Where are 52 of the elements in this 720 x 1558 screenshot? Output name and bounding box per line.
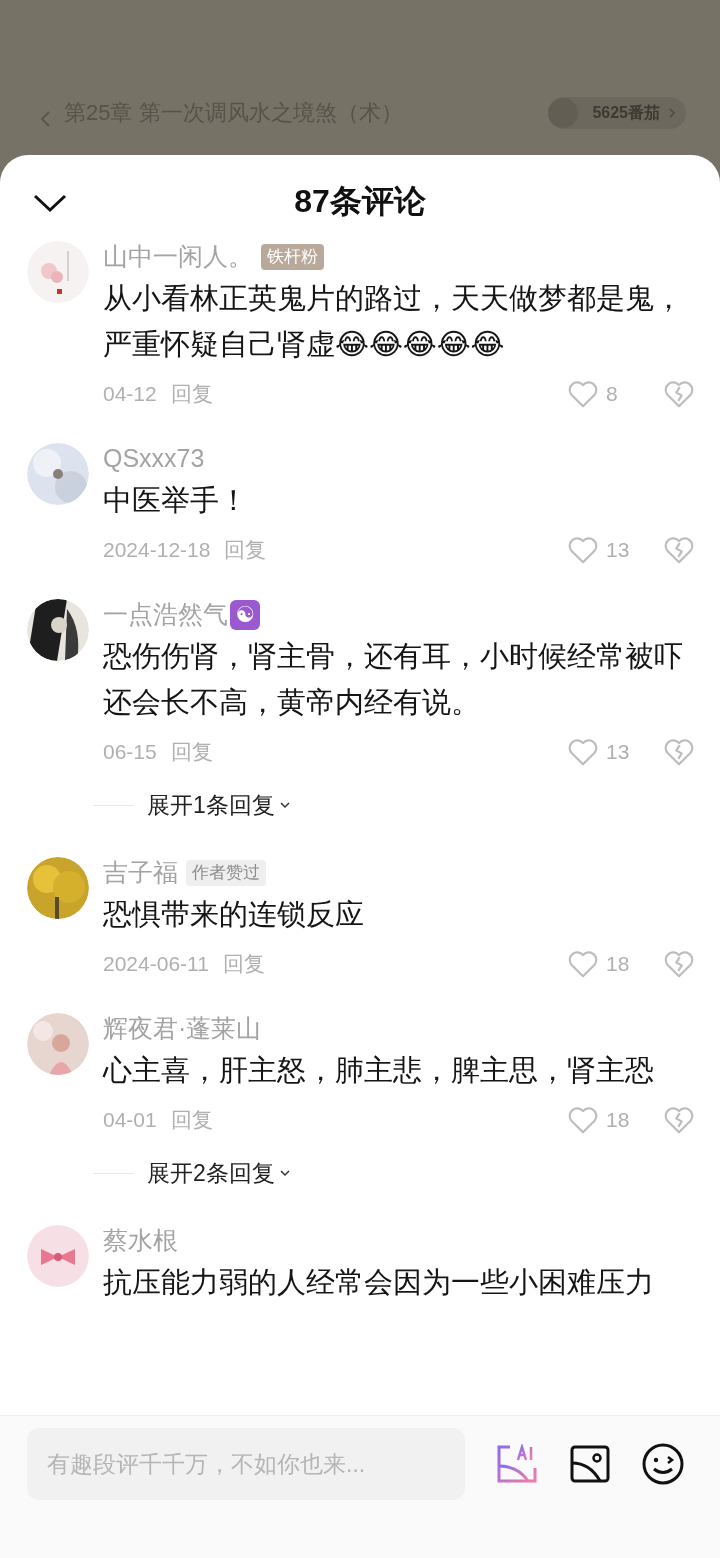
comment-text: 从小看林正英鬼片的路过，天天做梦都是鬼，严重怀疑自己肾虚😂😂😂😂😂: [103, 281, 684, 362]
comment-date: 04-12: [103, 381, 157, 408]
heart-icon[interactable]: [566, 949, 600, 979]
like-count: 13: [606, 739, 631, 766]
comment-input[interactable]: 有趣段评千千万，不如你也来...: [27, 1428, 465, 1500]
back-icon[interactable]: [38, 109, 52, 129]
username[interactable]: 吉子福: [103, 854, 178, 892]
expand-replies-button[interactable]: 展开1条回复: [147, 787, 291, 823]
heart-icon[interactable]: [566, 535, 600, 565]
reply-button[interactable]: 回复: [222, 948, 265, 980]
heart-icon[interactable]: [566, 737, 600, 767]
comment-text: 中医举手！: [103, 483, 249, 518]
emoji-icon[interactable]: [642, 1443, 684, 1485]
comment-date: 04-01: [103, 1107, 157, 1134]
user-badge: 作者赞过: [186, 860, 266, 886]
comment-date: 06-15: [103, 739, 157, 766]
expand-replies-button[interactable]: 展开2条回复: [147, 1155, 291, 1191]
heart-icon[interactable]: [566, 379, 600, 409]
sheet-title: 87条评论: [294, 182, 426, 221]
like-count: 18: [606, 951, 631, 978]
reply-button[interactable]: 回复: [170, 736, 213, 768]
like-count: 13: [606, 537, 631, 564]
username[interactable]: 一点浩然气: [103, 596, 228, 634]
comment-text: 抗压能力弱的人经常会因为一些小困难压力: [103, 1265, 655, 1300]
reply-button[interactable]: 回复: [170, 378, 213, 410]
comment-text: 恐惧带来的连锁反应: [103, 897, 365, 932]
username[interactable]: QSxxx73: [103, 440, 205, 478]
username[interactable]: 辉夜君·蓬莱山: [103, 1010, 262, 1048]
yin-yang-icon: ☯: [230, 600, 260, 630]
comment-date: 2024-06-11: [103, 951, 209, 978]
ai-image-icon[interactable]: [496, 1444, 538, 1484]
broken-heart-icon[interactable]: [662, 737, 696, 767]
caret-icon: [278, 1169, 291, 1177]
heart-icon[interactable]: [566, 1105, 600, 1135]
broken-heart-icon[interactable]: [662, 949, 696, 979]
user-badge: 铁杆粉: [261, 244, 324, 270]
broken-heart-icon[interactable]: [662, 379, 696, 409]
image-icon[interactable]: [570, 1445, 610, 1483]
comment-text: 恐伤伤肾，肾主骨，还有耳，小时候经常被吓还会长不高，黄帝内经有说。: [103, 639, 684, 720]
caret-icon: [278, 801, 291, 809]
chevron-right-icon: [668, 107, 676, 119]
broken-heart-icon[interactable]: [662, 535, 696, 565]
comment-text: 心主喜，肝主怒，肺主悲，脾主思，肾主恐: [103, 1053, 655, 1088]
collapse-icon[interactable]: [32, 193, 68, 213]
comment-date: 2024-12-18: [103, 537, 211, 564]
username[interactable]: 蔡水根: [103, 1222, 178, 1260]
reply-button[interactable]: 回复: [170, 1104, 213, 1136]
like-count: 8: [606, 381, 619, 408]
broken-heart-icon[interactable]: [662, 1105, 696, 1135]
username[interactable]: 山中一闲人。: [103, 241, 253, 276]
like-count: 18: [606, 1107, 631, 1134]
reply-button[interactable]: 回复: [224, 534, 267, 566]
